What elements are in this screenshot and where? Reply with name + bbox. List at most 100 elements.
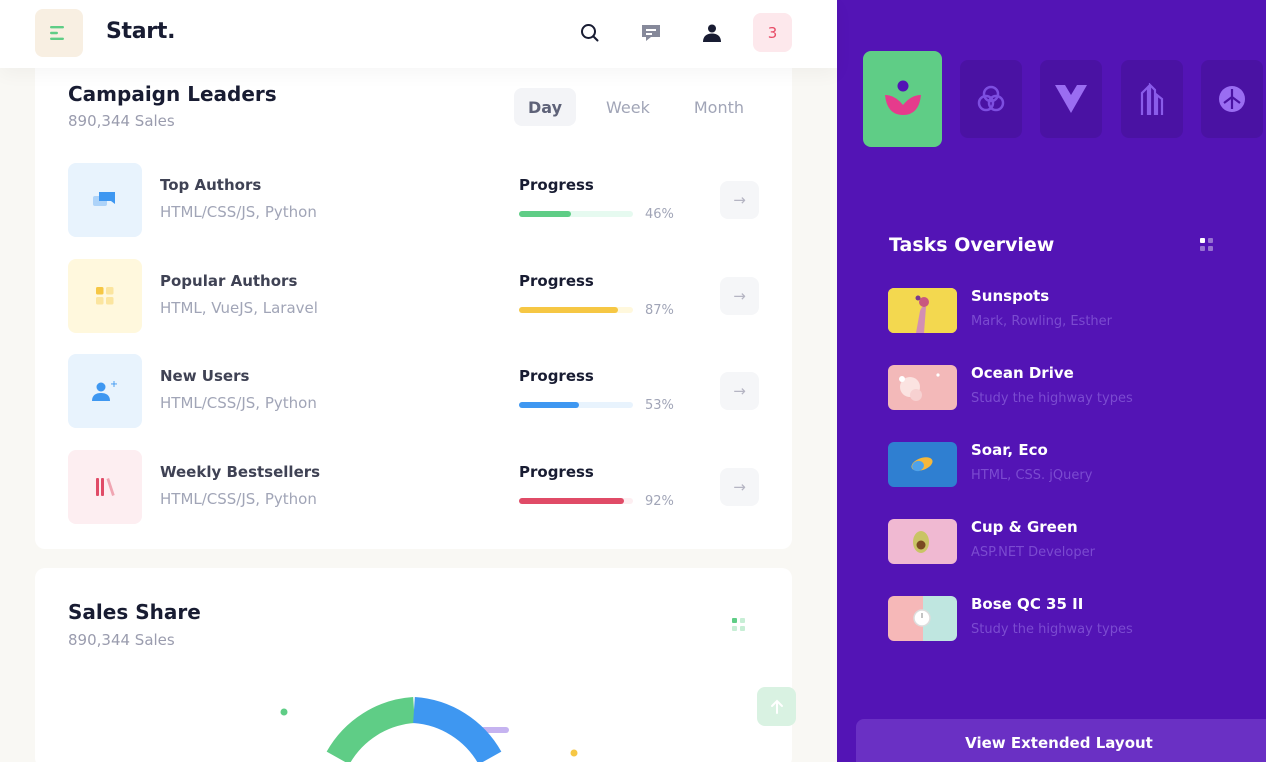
row-arrow-button[interactable]: → [720,277,759,315]
task-desc: ASP.NET Developer [971,545,1095,560]
task-thumbnail [888,519,957,564]
message-icon [642,25,660,41]
view-extended-layout-button[interactable]: View Extended Layout [856,719,1266,762]
progress-fill [519,498,624,504]
task-item[interactable]: Bose QC 35 II Study the highway types [888,595,1218,642]
donut-segment-green [326,697,416,762]
list-item: Weekly Bestsellers HTML/CSS/JS, Python P… [68,450,768,524]
task-desc: Mark, Rowling, Esther [971,314,1113,329]
row-desc: HTML/CSS/JS, Python [160,394,317,412]
donut-segment-blue [412,697,502,762]
menu-button[interactable] [35,9,83,57]
progress-label: Progress [519,176,594,194]
lotus-icon [884,80,921,115]
task-item[interactable]: Sunspots Mark, Rowling, Esther [888,287,1218,334]
task-item[interactable]: Cup & Green ASP.NET Developer [888,518,1218,565]
app-tile-lotus[interactable] [863,51,942,147]
app-tile-building[interactable] [1121,60,1183,138]
task-name: Bose QC 35 II [971,595,1084,613]
notification-badge[interactable]: 3 [753,13,792,52]
progress-fill [519,307,619,313]
row-icon-box [68,450,142,524]
rings-icon [977,85,1005,112]
task-thumbnail [888,442,957,487]
row-icon-box [68,163,142,237]
progress-track [519,498,633,504]
task-name: Cup & Green [971,518,1078,536]
search-icon [581,24,599,42]
donut-chart [280,697,578,762]
top-header: Start. 3 [0,0,837,68]
task-thumbnail [888,596,957,641]
row-name: Popular Authors [160,272,298,290]
row-desc: HTML/CSS/JS, Python [160,203,317,221]
arrow-right-icon: → [733,382,746,400]
avocado-image [888,519,957,564]
search-button[interactable] [571,14,609,52]
progress-label: Progress [519,463,594,481]
flowers-image [888,365,957,410]
row-arrow-button[interactable]: → [720,181,759,219]
task-item[interactable]: Soar, Eco HTML, CSS. jQuery [888,441,1218,488]
watch-image [888,596,957,641]
app-tile-drop[interactable] [1201,60,1263,138]
tab-week[interactable]: Week [592,88,664,126]
campaign-subtitle: 890,344 Sales [68,112,175,130]
task-thumbnail [888,365,957,410]
row-icon-box [68,259,142,333]
row-name: New Users [160,367,250,385]
row-arrow-button[interactable]: → [720,468,759,506]
drop-icon [1219,86,1245,112]
progress-label: Progress [519,367,594,385]
tab-day[interactable]: Day [514,88,577,126]
arrow-right-icon: → [733,287,746,305]
campaign-leaders-card: Campaign Leaders 890,344 Sales Day Week … [35,68,792,549]
user-menu-button[interactable] [693,14,731,52]
list-item: Popular Authors HTML, VueJS, Laravel Pro… [68,259,768,333]
progress-track [519,211,633,217]
vue-icon [1055,85,1087,113]
row-arrow-button[interactable]: → [720,372,759,410]
scroll-top-button[interactable] [757,687,796,726]
row-icon-box [68,354,142,428]
progress-percent: 92% [645,494,674,509]
progress-track [519,402,633,408]
pill-image [888,442,957,487]
user-icon [703,24,721,42]
arrow-up-icon [770,699,783,714]
tasks-options-button[interactable] [1199,237,1215,253]
messages-button[interactable] [632,14,670,52]
tasks-overview-title: Tasks Overview [889,234,1055,256]
grid-icon [96,287,114,305]
progress-percent: 53% [645,398,674,413]
progress-fill [519,211,572,217]
task-desc: Study the highway types [971,391,1133,406]
hand-flower-image [888,288,957,333]
decor-dot [570,749,578,757]
right-panel: Tasks Overview Sunspots Mark, Rowling, E… [837,0,1266,762]
app-tile-rings[interactable] [960,60,1022,138]
arrow-right-icon: → [733,478,746,496]
list-item: New Users HTML/CSS/JS, Python Progress 5… [68,354,768,428]
task-desc: HTML, CSS. jQuery [971,468,1093,483]
progress-track [519,307,633,313]
task-name: Soar, Eco [971,441,1048,459]
progress-fill [519,402,580,408]
list-item: Top Authors HTML/CSS/JS, Python Progress… [68,163,768,237]
row-name: Weekly Bestsellers [160,463,321,481]
tab-month[interactable]: Month [680,88,758,126]
task-desc: Study the highway types [971,622,1133,637]
task-item[interactable]: Ocean Drive Study the highway types [888,364,1218,411]
chat-icon [93,192,115,206]
row-name: Top Authors [160,176,262,194]
building-icon [1140,83,1164,115]
user-add-icon [92,381,117,401]
row-desc: HTML, VueJS, Laravel [160,299,318,317]
brand-logo[interactable]: Start. [106,19,175,44]
menu-icon [50,26,64,40]
dots-grid-icon [1200,238,1213,251]
app-tile-vue[interactable] [1040,60,1102,138]
row-desc: HTML/CSS/JS, Python [160,490,317,508]
arrow-right-icon: → [733,191,746,209]
period-tabs: Day Week Month [514,88,760,126]
